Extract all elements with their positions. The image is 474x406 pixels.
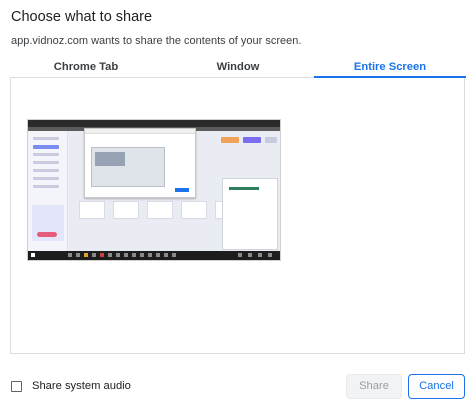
thumbnail-taskbar <box>28 251 280 260</box>
dialog-title: Choose what to share <box>11 9 153 25</box>
thumbnail-side-panel <box>222 178 278 250</box>
tab-window[interactable]: Window <box>162 56 314 77</box>
thumbnail-share-window <box>84 128 196 198</box>
cancel-button[interactable]: Cancel <box>408 374 465 399</box>
thumbnail-browser-tabs <box>28 120 280 127</box>
thumbnail-sidebar <box>28 131 68 253</box>
share-system-audio-label[interactable]: Share system audio <box>32 380 131 392</box>
tab-entire-screen[interactable]: Entire Screen <box>314 56 466 78</box>
share-dialog: Choose what to share app.vidnoz.com want… <box>0 0 474 406</box>
share-button[interactable]: Share <box>346 374 402 399</box>
checkbox-unchecked-icon[interactable] <box>11 381 22 392</box>
thumbnail-promo-card <box>32 205 64 241</box>
screen-thumbnail[interactable] <box>27 119 281 261</box>
tab-chrome-tab[interactable]: Chrome Tab <box>10 56 162 77</box>
screen-picker <box>10 78 465 354</box>
dialog-subtitle: app.vidnoz.com wants to share the conten… <box>11 35 302 47</box>
tab-bar: Chrome Tab Window Entire Screen <box>10 56 466 78</box>
